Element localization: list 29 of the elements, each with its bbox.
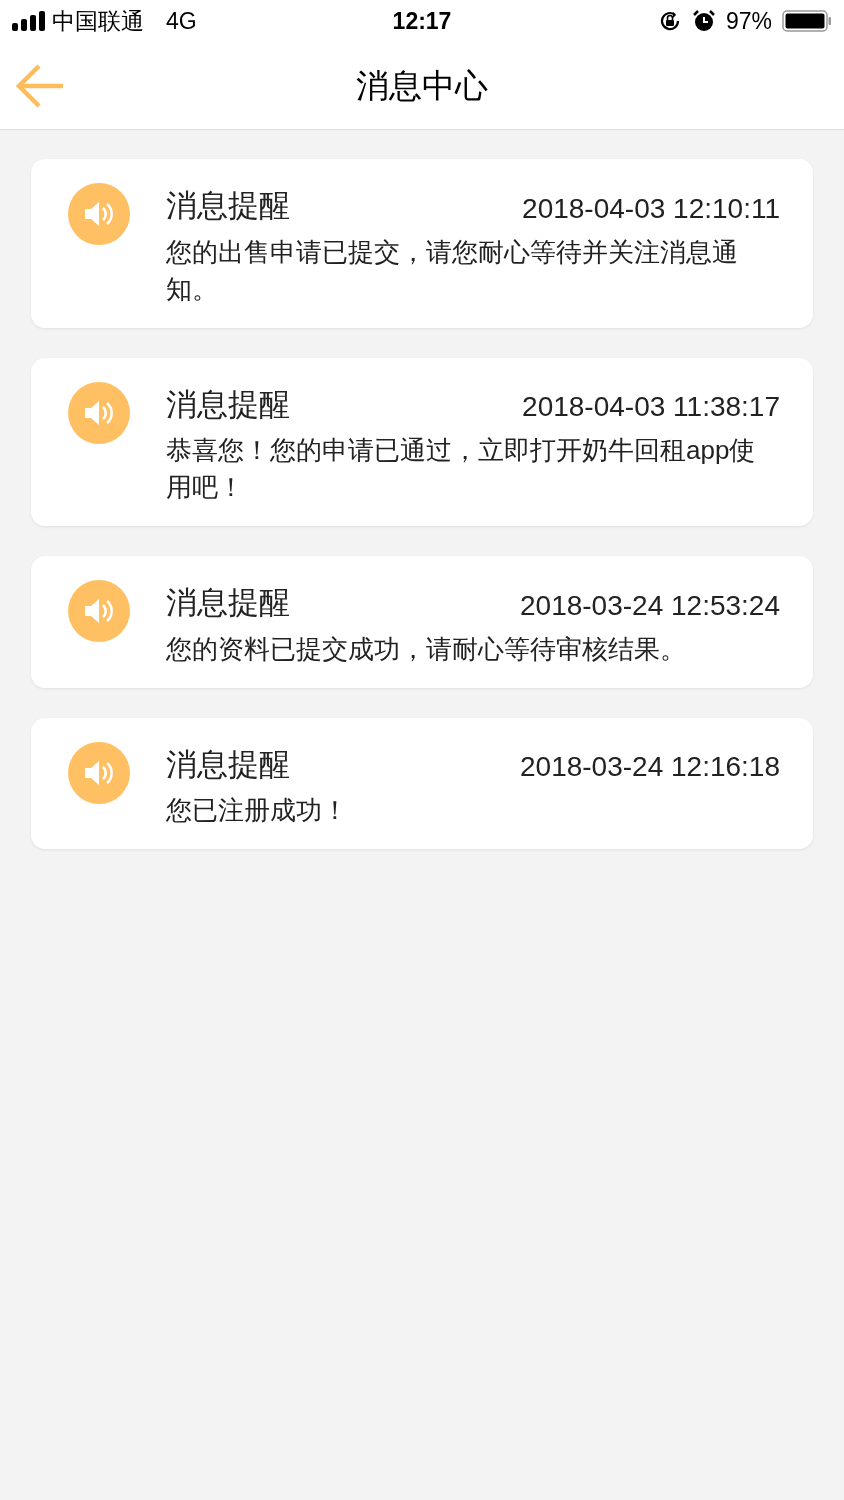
battery-percent: 97% — [725, 6, 772, 36]
speaker-icon — [68, 183, 130, 245]
message-body: 您的资料已提交成功，请耐心等待审核结果。 — [166, 632, 687, 666]
back-arrow-icon — [15, 62, 65, 109]
message-body: 您已注册成功！ — [166, 794, 349, 827]
message-title: 消息提醒 — [166, 187, 290, 225]
message-time: 2018-04-03 11:38:17 — [522, 390, 780, 424]
signal-icon — [12, 11, 46, 31]
alarm-icon — [691, 9, 716, 33]
clock-time: 12:17 — [392, 6, 452, 36]
message-body: 您的出售申请已提交，请您耐心等待并关注消息通知。 — [166, 235, 739, 306]
page-title: 消息中心 — [356, 65, 488, 106]
speaker-icon — [68, 580, 130, 642]
message-card[interactable]: 消息提醒 2018-04-03 12:10:11 您的出售申请已提交，请您耐心等待并关注消息通知。 — [31, 159, 813, 328]
message-body: 恭喜您！您的申请已通过，立即打开奶牛回租app使用吧！ — [166, 434, 757, 504]
message-time: 2018-04-03 12:10:11 — [522, 191, 780, 226]
network-type: 4G — [166, 6, 197, 36]
carrier-name: 中国联通 — [52, 6, 144, 36]
speaker-icon — [68, 381, 130, 444]
message-card[interactable]: 消息提醒 2018-04-03 11:38:17 恭喜您！您的申请已通过，立即打开奶牛回租app使用吧！ — [31, 357, 813, 526]
speaker-icon — [68, 741, 130, 804]
message-time: 2018-03-24 12:53:24 — [520, 588, 780, 623]
message-title: 消息提醒 — [166, 584, 290, 622]
message-title: 消息提醒 — [166, 745, 290, 784]
battery-icon — [782, 10, 832, 32]
message-card[interactable]: 消息提醒 2018-03-24 12:16:18 您已注册成功！ — [31, 717, 813, 849]
message-title: 消息提醒 — [166, 385, 290, 424]
message-time: 2018-03-24 12:16:18 — [520, 750, 780, 784]
message-card[interactable]: 消息提醒 2018-03-24 12:53:24 您的资料已提交成功，请耐心等待审核结果。 — [31, 556, 813, 688]
